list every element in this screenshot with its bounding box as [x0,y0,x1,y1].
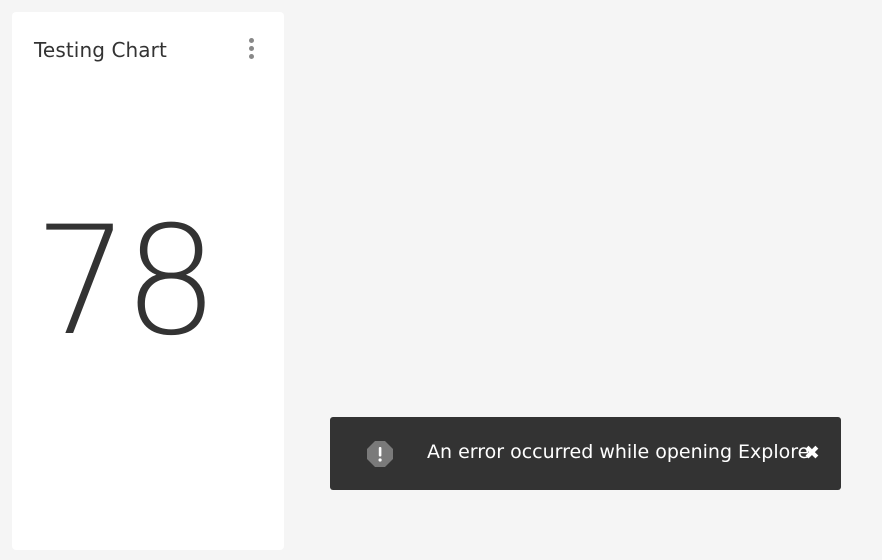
toast-message: An error occurred while opening Explore [427,441,810,463]
more-vertical-icon-dot [248,53,254,59]
more-options-button[interactable] [240,36,262,60]
chart-card: Testing Chart 78 [12,12,284,550]
more-vertical-icon [248,37,254,43]
chart-header: Testing Chart [12,12,284,84]
error-toast: An error occurred while opening Explore … [330,417,841,490]
warning-octagon-icon [366,440,394,468]
close-icon[interactable]: ✖ [802,441,822,465]
big-number-value: 78 [34,195,219,369]
chart-title: Testing Chart [34,38,167,62]
dashboard: Testing Chart 78 An error occurred while… [0,0,882,560]
more-vertical-icon-dot [248,45,254,51]
